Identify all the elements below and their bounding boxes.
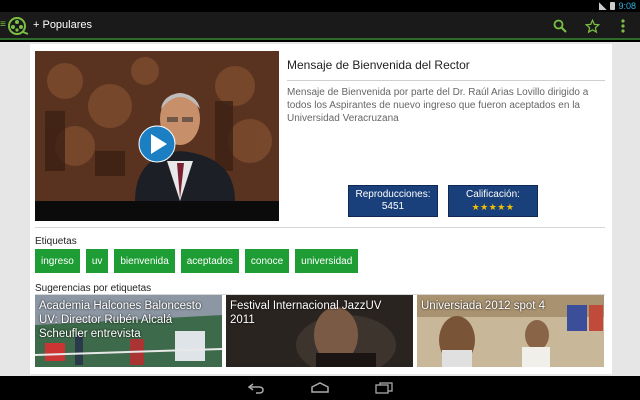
- suggestion-thumbnail[interactable]: Festival Internacional JazzUV 2011: [226, 295, 413, 367]
- tag-chip[interactable]: conoce: [244, 249, 290, 273]
- video-description: Mensaje de Bienvenida por parte del Dr. …: [287, 87, 589, 124]
- rating-label: Calificación:: [466, 189, 520, 200]
- back-icon[interactable]: [244, 380, 268, 396]
- action-bar-title[interactable]: + Populares: [33, 19, 92, 31]
- suggestion-title: Academia Halcones Baloncesto UV: Directo…: [39, 300, 202, 340]
- home-icon[interactable]: [308, 380, 332, 396]
- suggestion-thumbnail[interactable]: Universiada 2012 spot 4: [417, 295, 604, 367]
- signal-icon: [599, 2, 608, 10]
- tag-chip[interactable]: aceptados: [180, 249, 239, 273]
- tag-chip[interactable]: universidad: [295, 249, 359, 273]
- section-divider: [35, 227, 605, 228]
- recent-apps-icon[interactable]: [372, 380, 396, 396]
- title-divider: [287, 80, 605, 81]
- video-detail-card: Mensaje de Bienvenida del Rector Mensaje…: [30, 44, 612, 374]
- rating-badge[interactable]: Calificación: ★★★★★: [448, 185, 538, 217]
- views-label: Reproducciones:: [355, 189, 431, 200]
- search-icon[interactable]: [549, 16, 571, 36]
- system-nav-bar: [0, 376, 640, 400]
- up-caret-icon[interactable]: ≡: [0, 20, 6, 30]
- video-title: Mensaje de Bienvenida del Rector: [287, 58, 470, 72]
- tags-heading: Etiquetas: [35, 236, 77, 247]
- rating-stars[interactable]: ★★★★★: [449, 201, 537, 213]
- film-reel-logo[interactable]: [7, 15, 29, 37]
- action-bar: ≡ + Populares: [0, 12, 640, 40]
- views-value: 5451: [381, 201, 405, 212]
- suggestion-title: Festival Internacional JazzUV 2011: [230, 300, 382, 326]
- status-time: 9:08: [618, 1, 636, 11]
- overflow-menu-icon[interactable]: [612, 16, 634, 36]
- star-icon[interactable]: [581, 16, 603, 36]
- suggestion-title: Universiada 2012 spot 4: [421, 300, 546, 312]
- views-badge: Reproducciones: 5451: [348, 185, 438, 217]
- status-bar: 9:08: [0, 0, 640, 12]
- video-player[interactable]: [35, 51, 279, 221]
- suggestion-thumbnail[interactable]: Academia Halcones Baloncesto UV: Directo…: [35, 295, 222, 367]
- battery-icon: [610, 2, 616, 10]
- content-area: Mensaje de Bienvenida del Rector Mensaje…: [0, 42, 640, 376]
- tag-chip[interactable]: ingreso: [35, 249, 80, 273]
- suggestions-heading: Sugerencias por etiquetas: [35, 283, 152, 294]
- tags-list: ingreso uv bienvenida aceptados conoce u…: [35, 249, 359, 273]
- play-icon[interactable]: [35, 51, 279, 221]
- tag-chip[interactable]: uv: [85, 249, 109, 273]
- tag-chip[interactable]: bienvenida: [114, 249, 175, 273]
